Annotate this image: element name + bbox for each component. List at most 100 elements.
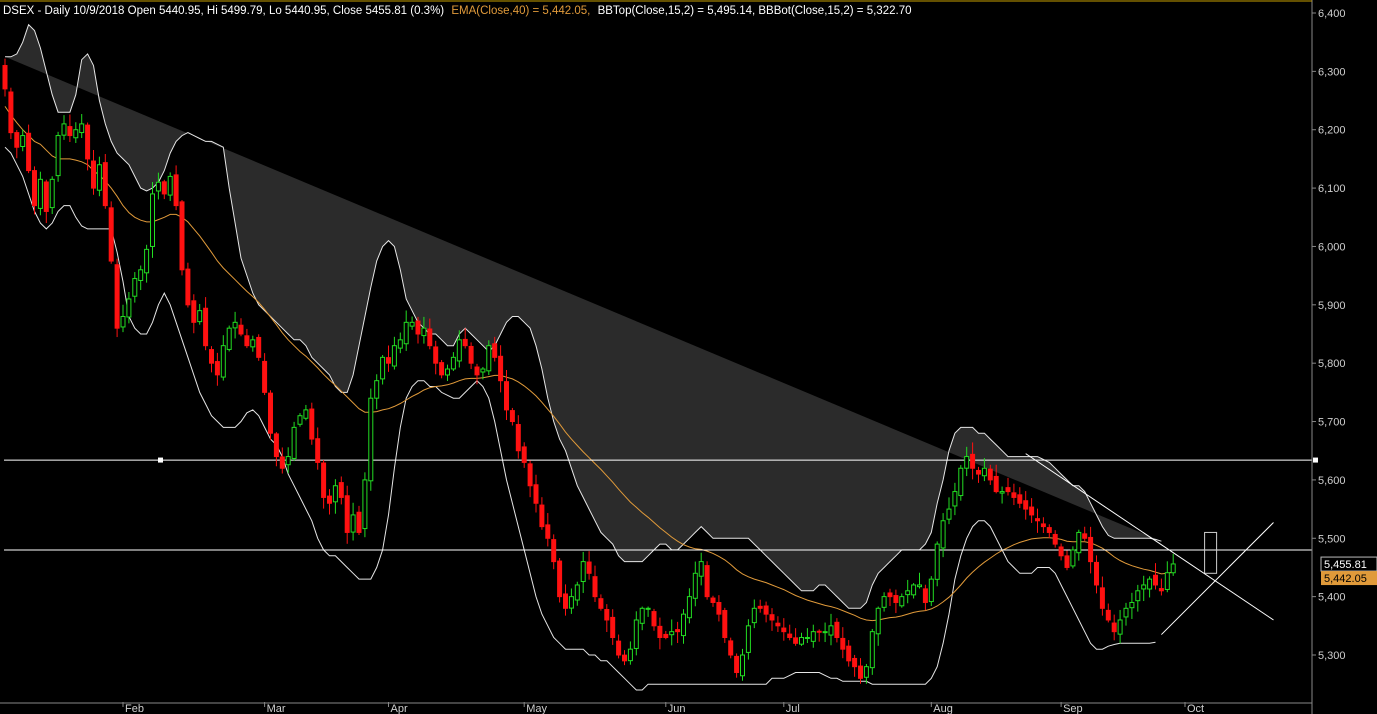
candle-body <box>970 453 976 469</box>
candle-body <box>586 561 592 574</box>
candle-body <box>1129 601 1135 609</box>
candle-body <box>462 338 468 347</box>
candle-body <box>799 636 804 645</box>
x-tick-label: Oct <box>1187 703 1204 714</box>
candle-body <box>592 576 598 598</box>
candle-body <box>858 665 863 679</box>
candle-body <box>869 631 875 669</box>
candle-body <box>527 463 533 487</box>
candle-body <box>822 631 828 634</box>
line-handle[interactable] <box>158 457 163 463</box>
candle-body <box>26 132 32 172</box>
candle-body <box>409 321 415 327</box>
candle-body <box>899 596 905 607</box>
candle-body <box>344 495 350 533</box>
candle-body <box>598 598 604 609</box>
x-tick-label: Feb <box>125 703 144 714</box>
candle-body <box>61 123 67 136</box>
candle-body <box>403 321 409 345</box>
candle-body <box>604 609 610 621</box>
candle-body <box>793 637 799 644</box>
candle-body <box>468 345 474 364</box>
candle-body <box>321 462 327 498</box>
candle-body <box>173 174 179 207</box>
header-bb-info: BBTop(Close,15,2) = 5,495.14, BBBot(Clos… <box>598 5 912 17</box>
stock-chart[interactable]: 6,400 6,300 6,200 6,100 6,000 5,900 5,800 5,700… <box>0 0 1377 714</box>
candle-body <box>1076 531 1082 554</box>
candle-body <box>757 605 763 609</box>
candle-body <box>79 123 85 134</box>
candle-body <box>1158 588 1164 592</box>
candle-body <box>1094 561 1099 586</box>
candle-body <box>55 135 61 177</box>
candle-body <box>185 268 191 306</box>
candle-body <box>934 543 940 580</box>
candle-body <box>350 514 356 533</box>
candle-body <box>710 597 716 603</box>
candle-body <box>1052 533 1058 545</box>
candle-body <box>698 561 704 577</box>
candle-body <box>911 584 917 596</box>
candle-body <box>327 495 332 504</box>
candle-body <box>356 511 362 533</box>
header-symbol-info: DSEX - Daily 10/9/2018 Open 5440.95, Hi … <box>3 5 444 17</box>
candle-body <box>279 456 285 469</box>
candle-body <box>1111 622 1117 633</box>
candle-body <box>1046 527 1052 533</box>
candle-body <box>303 409 309 419</box>
candle-body <box>285 456 291 466</box>
candle-body <box>852 657 858 668</box>
candle-body <box>580 561 586 583</box>
y-tick-label: 6,200 <box>1318 125 1346 137</box>
line-handle[interactable] <box>1313 457 1318 463</box>
candle-body <box>681 613 686 637</box>
candle-body <box>675 629 681 633</box>
candle-body <box>474 366 480 376</box>
candle-body <box>415 320 421 335</box>
candle-body <box>132 278 138 297</box>
candle-body <box>515 424 521 452</box>
candle-body <box>893 595 899 603</box>
candle-body <box>1005 487 1011 493</box>
candle-body <box>645 607 651 610</box>
candle-body <box>946 508 952 520</box>
candle-body <box>863 666 869 678</box>
candle-body <box>220 345 226 378</box>
candle-body <box>368 397 374 482</box>
candle-body <box>728 640 734 656</box>
candle-body <box>568 596 574 609</box>
candle-body <box>1117 619 1123 635</box>
candle-body <box>545 524 551 539</box>
candle-body <box>91 160 96 189</box>
candle-body <box>102 162 108 207</box>
candle-body <box>704 565 710 598</box>
candle-body <box>380 356 386 380</box>
candle-body <box>521 446 527 463</box>
candle-body <box>976 469 981 475</box>
candle-body <box>740 654 745 677</box>
candle-body <box>498 355 504 382</box>
candle-body <box>1141 584 1147 590</box>
candle-body <box>256 336 262 358</box>
candle-body <box>362 479 368 530</box>
candle-body <box>315 438 321 463</box>
candle-body <box>787 633 793 638</box>
candle-body <box>952 491 958 507</box>
candle-body <box>922 588 928 603</box>
candle-body <box>751 607 757 624</box>
candle-body <box>509 410 515 423</box>
candle-body <box>1170 563 1176 574</box>
candle-body <box>273 433 279 458</box>
candle-body <box>374 380 380 399</box>
candle-body <box>244 335 250 347</box>
close-price-label: 5,455.81 <box>1324 559 1367 571</box>
candle-body <box>439 362 445 376</box>
candle-body <box>338 482 344 498</box>
x-tick-label: Jul <box>786 703 800 714</box>
x-tick-label: Apr <box>391 703 408 714</box>
candle-body <box>1017 494 1023 504</box>
candle-body <box>657 625 663 638</box>
candle-body <box>226 327 232 350</box>
candle-body <box>1147 578 1153 590</box>
candle-body <box>763 605 769 615</box>
